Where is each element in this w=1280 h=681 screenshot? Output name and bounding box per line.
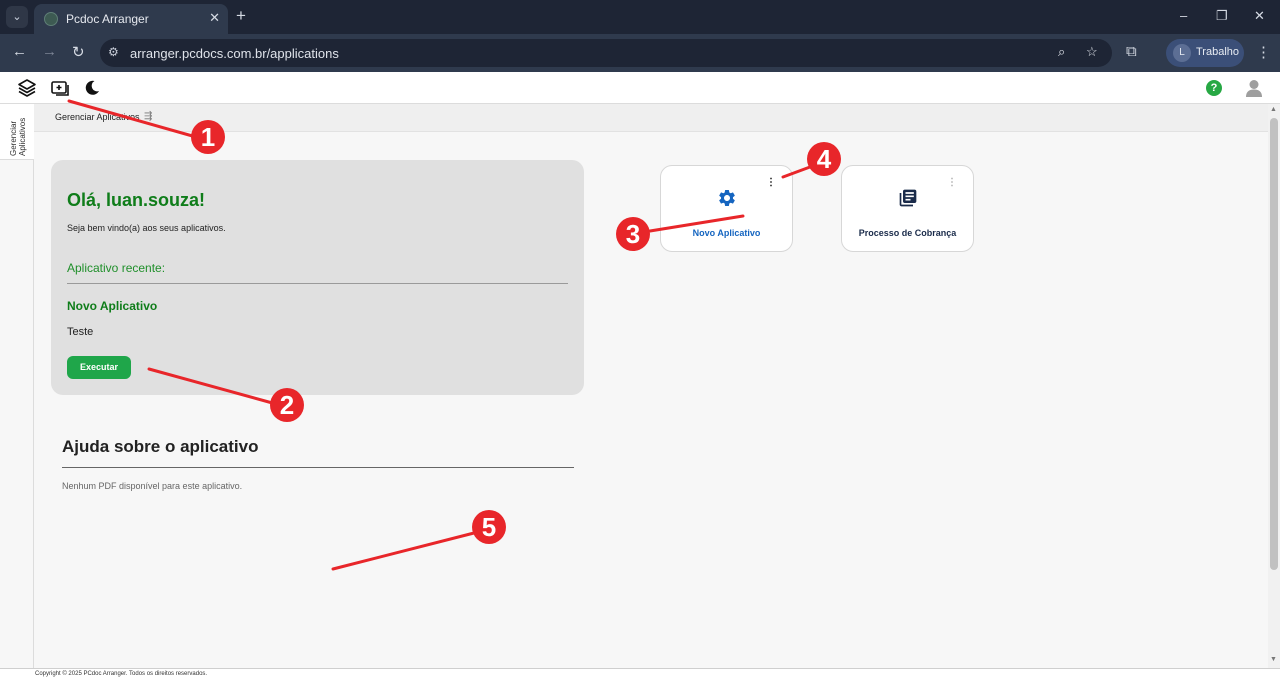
welcome-panel: Olá, luan.souza! Seja bem vindo(a) aos s… [51,160,584,395]
minimize-button[interactable]: – [1180,8,1187,23]
tab-search-button[interactable]: ⌄ [6,6,28,28]
welcome-greeting: Olá, luan.souza! [67,190,206,210]
help-text: Nenhum PDF disponível para este aplicati… [62,481,243,491]
scrollbar-thumb[interactable] [1270,118,1278,570]
help-icon[interactable]: ? [1206,80,1222,96]
address-bar[interactable]: ⚙ arranger.pcdocs.com.br/applications ⌕ … [100,39,1112,67]
browser-tab-strip: ⌄ Pcdoc Arranger ✕ + – ❐ ✕ [0,0,1280,34]
add-app-icon[interactable] [50,78,70,98]
window-close-button[interactable]: ✕ [1254,8,1265,24]
app-card-label: Processo de Cobrança [858,228,957,238]
divider [67,283,568,284]
execute-button[interactable]: Executar [67,356,131,379]
new-tab-button[interactable]: + [236,6,246,26]
profile-button[interactable]: L Trabalho [1166,39,1244,67]
browser-toolbar: ← → ↻ ⚙ arranger.pcdocs.com.br/applicati… [0,34,1280,72]
annotation-marker-2: 2 [270,388,304,422]
annotation-line-5 [331,531,476,571]
scroll-up-icon[interactable]: ▲ [1270,106,1277,113]
library-books-icon [899,189,917,207]
help-title: Ajuda sobre o aplicativo [62,437,259,456]
divider [62,467,574,468]
zoom-icon[interactable]: ⌕ [1058,44,1065,60]
browser-menu-icon[interactable]: ⋮ [1256,43,1271,61]
app-card-menu-icon[interactable]: ⋮ [766,178,776,188]
extensions-icon[interactable]: ⧉ [1126,43,1137,60]
bookmark-star-icon[interactable]: ☆ [1086,44,1098,60]
forward-icon[interactable]: → [42,43,57,60]
annotation-marker-3: 3 [616,217,650,251]
maximize-button[interactable]: ❐ [1216,8,1228,24]
app-header: ? [0,72,1280,104]
dark-mode-icon[interactable] [82,78,102,98]
browser-tab[interactable]: Pcdoc Arranger ✕ [34,4,228,34]
profile-avatar: L [1173,44,1191,62]
recent-app-label: Aplicativo recente: [67,261,166,275]
app-card-novo-aplicativo[interactable]: Novo Aplicativo ⋮ [660,165,793,252]
reload-icon[interactable]: ↻ [72,43,85,61]
tab-close-icon[interactable]: ✕ [209,10,220,26]
recent-app-description: Teste [67,326,94,338]
tab-title: Pcdoc Arranger [66,12,149,26]
page-scrollbar[interactable]: ▲ ▼ [1268,104,1280,668]
scroll-down-icon[interactable]: ▼ [1270,656,1277,663]
copyright-text: Copyright © 2025 PCdoc Arranger. Todos o… [35,671,208,677]
back-icon[interactable]: ← [12,43,27,60]
app-card-menu-icon[interactable]: ⋮ [947,178,957,188]
layers-icon[interactable] [17,78,37,98]
tab-favicon-icon [44,12,58,26]
app-card-label: Novo Aplicativo [692,228,761,238]
annotation-marker-4: 4 [807,142,841,176]
recent-app-name: Novo Aplicativo [67,299,158,313]
welcome-subtitle: Seja bem vindo(a) aos seus aplicativos. [67,223,226,233]
profile-name: Trabalho [1196,46,1240,58]
app-card-processo-de-cobranca[interactable]: Processo de Cobrança ⋮ [841,165,974,252]
sidebar-tab-label: Gerenciar Aplicativos [9,117,27,156]
url-text[interactable]: arranger.pcdocs.com.br/applications [130,46,339,61]
sidebar-tab-manage-apps[interactable]: Gerenciar Aplicativos [0,104,34,160]
annotation-marker-1: 1 [191,120,225,154]
user-avatar-icon[interactable] [1244,78,1264,98]
side-rail: Gerenciar Aplicativos [0,104,34,668]
site-settings-icon[interactable]: ⚙ [108,45,119,59]
footer: Copyright © 2025 PCdoc Arranger. Todos o… [0,668,1280,681]
gear-icon [719,190,735,206]
annotation-marker-5: 5 [472,510,506,544]
breadcrumb-label[interactable]: Gerenciar Aplicativos [55,112,140,122]
breadcrumb-menu-icon[interactable]: ⇶ [144,111,152,122]
